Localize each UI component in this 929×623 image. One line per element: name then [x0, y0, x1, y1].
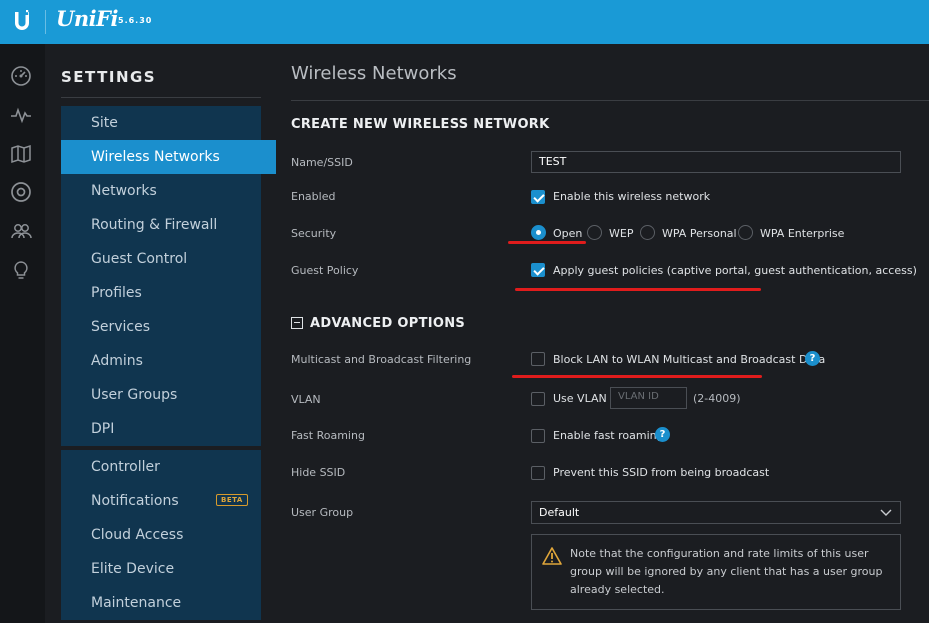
icon-rail	[0, 44, 45, 623]
advanced-options-heading[interactable]: ADVANCED OPTIONS	[310, 316, 465, 331]
dashboard-icon[interactable]	[9, 64, 33, 88]
annotation-underline-security	[508, 241, 586, 244]
create-network-heading: CREATE NEW WIRELESS NETWORK	[291, 117, 550, 132]
security-wep-radio[interactable]	[587, 225, 602, 240]
nav-divider	[61, 97, 261, 98]
nav-item-label: Profiles	[91, 285, 142, 301]
title-divider	[291, 100, 929, 101]
nav-item-label: Guest Control	[91, 251, 188, 267]
nav-item-label: Notifications	[91, 493, 179, 509]
nav-item-admins[interactable]: Admins	[61, 344, 261, 378]
guest-policy-label: Guest Policy	[291, 264, 359, 277]
nav-item-maintenance[interactable]: Maintenance	[61, 586, 261, 620]
nav-item-label: Site	[91, 115, 118, 131]
hide-ssid-checkbox[interactable]	[531, 466, 545, 480]
vlan-label: VLAN	[291, 393, 321, 406]
security-wpa-enterprise-radio[interactable]	[738, 225, 753, 240]
enabled-checkbox-label: Enable this wireless network	[553, 190, 711, 203]
name-ssid-input[interactable]: TEST	[531, 151, 901, 173]
main-content: Wireless Networks CREATE NEW WIRELESS NE…	[275, 44, 929, 623]
nav-item-networks[interactable]: Networks	[61, 174, 261, 208]
nav-item-label: Cloud Access	[91, 527, 184, 543]
app-brand: UniFi	[56, 6, 118, 31]
multicast-filtering-label: Multicast and Broadcast Filtering	[291, 353, 472, 366]
nav-item-notifications[interactable]: Notifications BETA	[61, 484, 261, 518]
security-label: Security	[291, 227, 337, 240]
fast-roaming-help-icon[interactable]: ?	[655, 427, 670, 442]
fast-roaming-checkbox[interactable]	[531, 429, 545, 443]
user-group-label: User Group	[291, 506, 354, 519]
security-wpa-enterprise-label: WPA Enterprise	[760, 227, 845, 240]
vlan-checkbox-label: Use VLAN	[553, 392, 607, 405]
hide-ssid-label: Hide SSID	[291, 466, 346, 479]
insights-icon[interactable]	[9, 258, 33, 282]
ubiquiti-logo-icon[interactable]	[0, 0, 44, 44]
nav-item-site[interactable]: Site	[61, 106, 261, 140]
app-version: 5.6.30	[118, 16, 153, 25]
security-wpa-personal-radio[interactable]	[640, 225, 655, 240]
topbar-separator	[45, 10, 46, 34]
settings-nav-list: Site Wireless Networks Networks Routing …	[61, 106, 276, 620]
devices-icon[interactable]	[9, 180, 33, 204]
nav-item-label: Wireless Networks	[91, 149, 220, 165]
nav-item-label: DPI	[91, 421, 115, 437]
guest-policy-checkbox[interactable]	[531, 263, 545, 277]
nav-item-label: User Groups	[91, 387, 178, 403]
nav-item-guest-control[interactable]: Guest Control	[61, 242, 261, 276]
beta-badge: BETA	[216, 494, 248, 506]
chevron-down-icon	[880, 509, 892, 516]
nav-item-dpi[interactable]: DPI	[61, 412, 261, 446]
fast-roaming-checkbox-label: Enable fast roaming	[553, 429, 664, 442]
statistics-icon[interactable]	[9, 103, 33, 127]
settings-nav: SETTINGS Site Wireless Networks Networks…	[45, 44, 276, 623]
security-wpa-personal-label: WPA Personal	[662, 227, 737, 240]
nav-item-label: Routing & Firewall	[91, 217, 218, 233]
nav-item-controller[interactable]: Controller	[61, 450, 261, 484]
warning-icon	[542, 547, 562, 565]
annotation-underline-multicast	[512, 375, 762, 378]
nav-item-label: Services	[91, 319, 151, 335]
nav-item-label: Maintenance	[91, 595, 182, 611]
vlan-id-input[interactable]: VLAN ID	[610, 387, 687, 409]
nav-item-profiles[interactable]: Profiles	[61, 276, 261, 310]
user-group-note-text: Note that the configuration and rate lim…	[570, 547, 883, 596]
nav-item-wireless-networks[interactable]: Wireless Networks	[61, 140, 276, 174]
security-wep-label: WEP	[609, 227, 634, 240]
nav-item-routing-firewall[interactable]: Routing & Firewall	[61, 208, 261, 242]
enabled-label: Enabled	[291, 190, 336, 203]
security-open-radio[interactable]	[531, 225, 546, 240]
nav-item-elite-device[interactable]: Elite Device	[61, 552, 261, 586]
fast-roaming-label: Fast Roaming	[291, 429, 365, 442]
vlan-checkbox[interactable]	[531, 392, 545, 406]
nav-item-label: Controller	[91, 459, 160, 475]
multicast-filtering-checkbox[interactable]	[531, 352, 545, 366]
user-group-value: Default	[539, 506, 580, 519]
nav-item-label: Admins	[91, 353, 143, 369]
nav-item-label: Elite Device	[91, 561, 175, 577]
nav-item-services[interactable]: Services	[61, 310, 261, 344]
map-icon[interactable]	[9, 142, 33, 166]
nav-item-user-groups[interactable]: User Groups	[61, 378, 261, 412]
page-title: Wireless Networks	[291, 63, 457, 84]
active-nav-arrow	[261, 140, 275, 174]
guest-policy-checkbox-label: Apply guest policies (captive portal, gu…	[553, 264, 917, 277]
enabled-checkbox[interactable]	[531, 190, 545, 204]
collapse-advanced-icon[interactable]	[291, 317, 303, 329]
top-bar: UniFi 5.6.30	[0, 0, 929, 44]
multicast-help-icon[interactable]: ?	[805, 351, 820, 366]
user-group-note: Note that the configuration and rate lim…	[531, 534, 901, 610]
user-group-select[interactable]: Default	[531, 501, 901, 524]
nav-item-label: Networks	[91, 183, 157, 199]
annotation-underline-guest	[515, 288, 761, 291]
settings-title: SETTINGS	[61, 68, 157, 86]
hide-ssid-checkbox-label: Prevent this SSID from being broadcast	[553, 466, 770, 479]
vlan-range-hint: (2-4009)	[693, 392, 741, 405]
security-open-label: Open	[553, 227, 583, 240]
name-ssid-label: Name/SSID	[291, 156, 353, 169]
nav-item-cloud-access[interactable]: Cloud Access	[61, 518, 261, 552]
clients-icon[interactable]	[9, 219, 33, 243]
multicast-filtering-checkbox-label: Block LAN to WLAN Multicast and Broadcas…	[553, 353, 826, 366]
